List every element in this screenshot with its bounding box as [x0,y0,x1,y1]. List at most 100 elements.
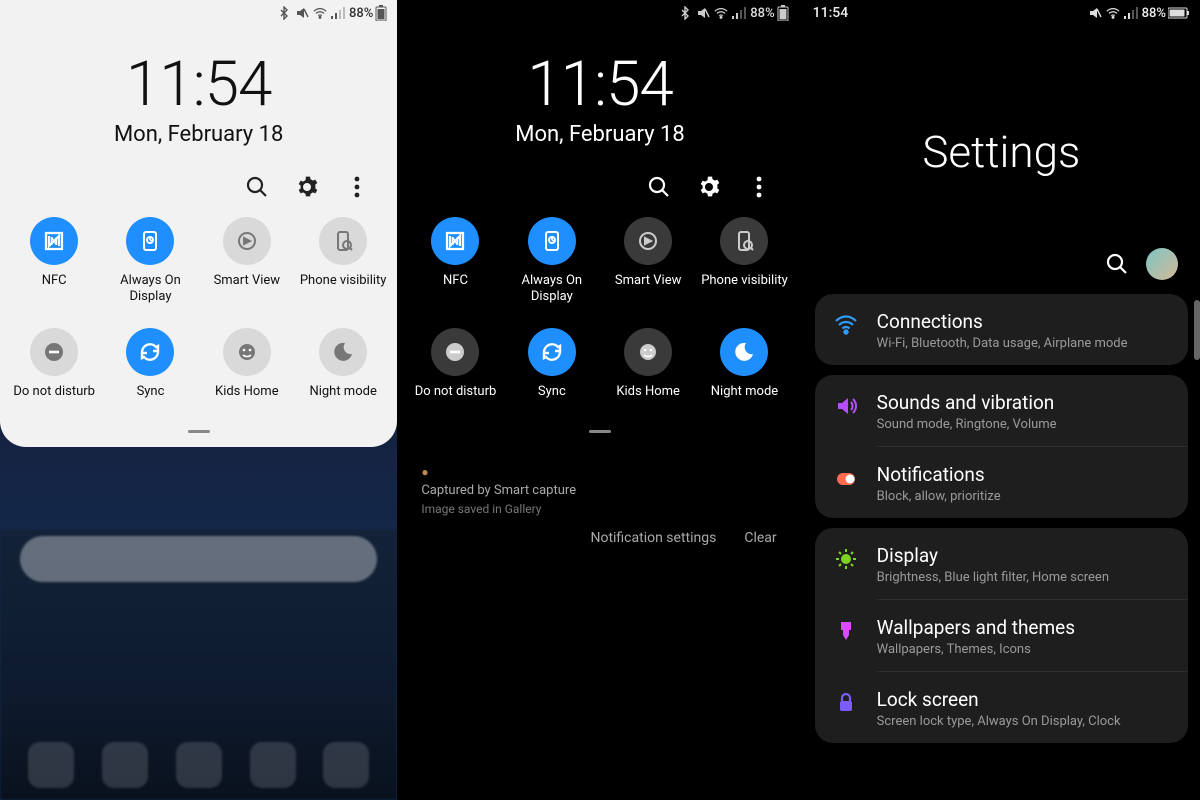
settings-item-sounds-and-vibration[interactable]: Sounds and vibrationSound mode, Ringtone… [815,375,1188,446]
tile-label: Kids Home [616,384,680,416]
moon-icon [720,328,768,376]
tile-night[interactable]: Night mode [696,328,792,416]
mute-icon [1088,6,1102,20]
tile-label: Night mode [711,384,778,416]
tile-phonevis[interactable]: Phone visibility [696,217,792,306]
tile-kids[interactable]: Kids Home [600,328,696,416]
tile-dnd[interactable]: Do not disturb [6,328,102,416]
quick-tiles-grid: NNFCAlways On DisplaySmart ViewPhone vis… [401,209,798,420]
tile-nfc[interactable]: NNFC [407,217,503,306]
moon-icon [319,328,367,376]
tile-label: Smart View [214,273,281,305]
settings-card: DisplayBrightness, Blue light filter, Ho… [815,528,1188,743]
screenshot-light-quicksettings: 88% 11:54 Mon, February 18 NNFCAlways On… [0,0,397,800]
tile-aod[interactable]: Always On Display [102,217,198,306]
settings-card: Sounds and vibrationSound mode, Ringtone… [815,375,1188,518]
wifi-icon [313,6,327,20]
clock-date: Mon, February 18 [0,122,397,147]
more-icon[interactable] [345,175,369,199]
nfc-icon: N [30,217,78,265]
settings-item-lock-screen[interactable]: Lock screen Screen lock type, Always On D… [815,672,1188,743]
tile-label: Kids Home [215,384,279,416]
tile-phonevis[interactable]: Phone visibility [295,217,391,306]
aod-icon [126,217,174,265]
scrollbar-thumb[interactable] [1194,300,1200,360]
clear-button[interactable]: Clear [744,530,776,546]
svg-text:N: N [50,235,58,248]
sound-icon [833,393,859,419]
cast-icon [624,217,672,265]
battery-indicator: 88% [750,5,788,21]
status-bar: 88% [0,0,397,26]
settings-card: Connections Wi-Fi, Bluetooth, Data usage,… [815,294,1188,365]
tile-nfc[interactable]: N NFC [6,217,102,306]
sheet-drag-handle[interactable] [589,430,611,433]
notif-title: Captured by Smart capture [415,479,784,502]
bluetooth-icon [678,6,692,20]
tile-smartview[interactable]: Smart View [199,217,295,306]
tile-aod[interactable]: Always On Display [504,217,600,306]
screenshot-settings: 11:54 88% Settings Connections Wi-Fi, Blu… [799,0,1200,800]
notification-settings-button[interactable]: Notification settings [590,530,716,546]
settings-item-name: Display [877,544,1170,567]
gear-icon[interactable] [295,175,319,199]
settings-item-connections[interactable]: Connections Wi-Fi, Bluetooth, Data usage,… [815,294,1188,365]
tile-sync[interactable]: Sync [504,328,600,416]
tile-label: Do not disturb [415,384,497,416]
kids-icon [624,328,672,376]
status-time: 11:54 [813,5,849,21]
cast-icon [223,217,271,265]
blurred-search-bar [20,536,377,582]
tile-sync[interactable]: Sync [102,328,198,416]
settings-title: Settings [803,26,1200,248]
phonevis-icon [720,217,768,265]
account-avatar[interactable] [1146,248,1178,280]
tile-label: Always On Display [507,273,597,306]
nfc-icon: N [431,217,479,265]
quick-settings-clock: 11:54 Mon, February 18 [401,54,798,147]
status-bar: 11:54 88% [803,0,1200,26]
mute-icon [696,6,710,20]
notification-card[interactable]: ● Captured by Smart capture Image saved … [415,465,784,516]
settings-item-subtitle: Wallpapers, Themes, Icons [877,642,1170,657]
settings-item-name: Notifications [877,463,1170,486]
search-icon[interactable] [647,175,671,199]
svg-text:N: N [452,235,460,248]
notif-icon [833,465,859,491]
settings-item-name: Wallpapers and themes [877,616,1170,639]
sheet-drag-handle[interactable] [188,430,210,433]
tile-smartview[interactable]: Smart View [600,217,696,306]
settings-item-wallpapers-and-themes[interactable]: Wallpapers and themes Wallpapers, Themes,… [815,600,1188,671]
more-icon[interactable] [747,175,771,199]
tile-label: Sync [137,384,165,416]
tile-label: Sync [538,384,566,416]
settings-item-subtitle: Screen lock type, Always On Display, Clo… [877,714,1170,729]
wifi-icon [833,312,859,338]
battery-indicator: 88% [1142,6,1190,21]
tile-label: NFC [42,273,67,305]
gear-icon[interactable] [697,175,721,199]
quick-settings-sheet: 88% 11:54 Mon, February 18 NNFCAlways On… [0,0,397,447]
tile-label: Always On Display [105,273,195,306]
search-icon[interactable] [245,175,269,199]
quick-settings-sheet: 88% 11:54 Mon, February 18 NNFCAlways On… [401,0,798,447]
settings-item-display[interactable]: DisplayBrightness, Blue light filter, Ho… [815,528,1188,599]
screenshot-dark-quicksettings: 88% 11:54 Mon, February 18 NNFCAlways On… [397,0,798,800]
settings-item-subtitle: Wi-Fi, Bluetooth, Data usage, Airplane m… [877,336,1170,351]
wifi-icon [1106,6,1120,20]
tile-night[interactable]: Night mode [295,328,391,416]
tile-kids[interactable]: Kids Home [199,328,295,416]
settings-item-name: Connections [877,310,1170,333]
settings-item-notifications[interactable]: Notifications Block, allow, prioritize [815,447,1188,518]
dnd-icon [431,328,479,376]
notification-footer: Notification settings Clear [401,516,798,546]
settings-item-name: Lock screen [877,688,1170,711]
tile-label: Phone visibility [300,273,387,305]
settings-header-actions [803,248,1200,294]
search-icon[interactable] [1106,253,1128,275]
settings-item-name: Sounds and vibration [877,391,1170,414]
tile-dnd[interactable]: Do not disturb [407,328,503,416]
settings-item-subtitle: Block, allow, prioritize [877,489,1170,504]
signal-icon [331,6,345,20]
tile-label: Do not disturb [13,384,95,416]
